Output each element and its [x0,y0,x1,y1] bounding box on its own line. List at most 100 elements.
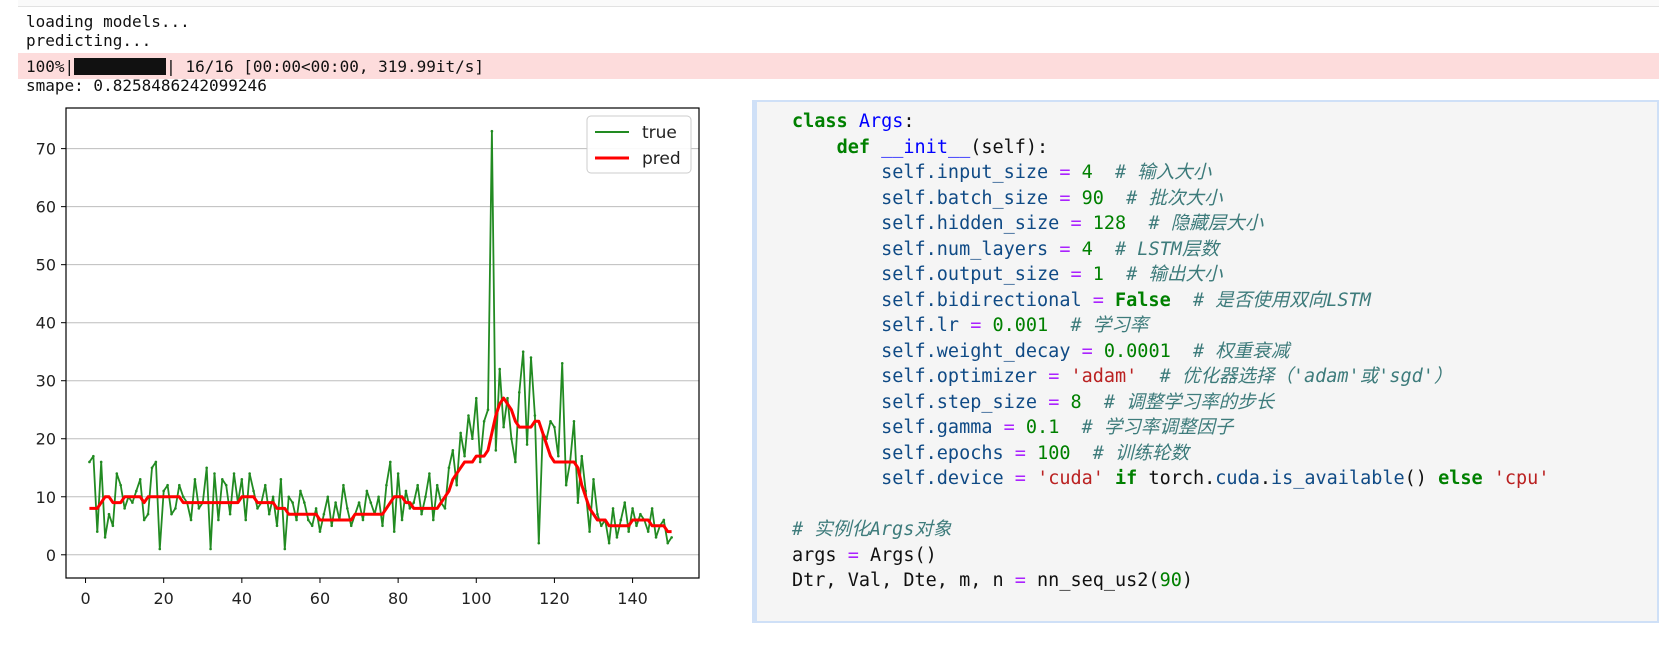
data-point-true [318,530,322,533]
data-point-true [666,541,670,545]
data-point-true [283,547,287,551]
data-point-true [654,536,658,539]
data-point-true [396,472,400,475]
data-point-true [490,129,494,133]
data-point-true [381,524,384,528]
data-point-true [263,483,267,487]
x-tick-label: 60 [310,589,330,608]
data-point-true [627,530,630,533]
data-point-true [662,518,666,522]
code-line-3: self.input_size = 4 # 输入大小 [881,162,1212,183]
data-point-true [135,489,138,493]
data-point-true [88,460,91,464]
y-tick-label: 0 [46,546,56,565]
code-line-11: self.optimizer = 'adam' # 优化器选择（'adam'或'… [881,366,1453,387]
plot-output: 0 10 20 30 40 50 60 70 0 20 40 60 80 100 120 140 true pre… [0,100,720,667]
code-line-18: args = Args() [792,545,937,566]
data-point-true [295,518,298,522]
code-line-1: class Args: [792,111,915,132]
y-tick-label: 40 [36,314,56,333]
data-point-true [142,518,146,522]
x-tick-label: 0 [80,589,90,608]
data-point-true [166,483,169,487]
data-point-true [537,541,541,545]
line-chart: 0 10 20 30 40 50 60 70 0 20 40 60 80 100 120 140 true pre… [36,107,700,608]
data-point-true [138,478,142,481]
y-tick-label: 50 [36,256,56,275]
code-line-8: self.bidirectional = False # 是否使用双向LSTM [881,290,1371,311]
data-point-true [291,501,294,504]
y-tick-label: 10 [36,488,56,507]
data-point-true [224,483,228,487]
legend-label-pred: pred [642,149,681,169]
data-point-true [306,518,310,522]
data-point-true [299,489,302,493]
data-point-true [330,524,334,528]
data-point-true [435,483,439,487]
code-line-15: self.device = 'cuda' if torch.cuda.is_av… [881,468,1550,489]
data-point-true [494,449,498,452]
data-point-true [95,530,99,533]
data-point-true [592,478,595,481]
x-tick-label: 140 [617,589,648,608]
data-point-true [111,524,115,528]
data-point-true [529,356,533,359]
data-point-true [267,512,271,516]
data-point-true [107,512,111,516]
data-point-true [213,472,216,475]
data-point-true [611,507,615,510]
data-point-true [385,483,388,487]
progress-bar-line: 100%| | 16/16 [00:00<00:00, 319.99it/s] [26,57,484,76]
data-point-true [400,518,404,522]
data-point-true [557,454,560,458]
data-point-true [119,483,123,487]
data-point-true [506,396,509,400]
code-line-2: def __init__(self): [836,137,1049,158]
data-point-true [431,518,435,522]
x-tick-label: 120 [539,589,570,608]
data-point-true [342,483,345,487]
code-line-5: self.hidden_size = 128 # 隐藏层大小 [881,213,1264,234]
code-cell[interactable]: class Args: def __init__(self): self.inp… [752,100,1659,623]
plot-frame [65,107,700,579]
code-line-6: self.num_layers = 4 # LSTM层数 [881,239,1219,260]
data-point-true [389,460,392,464]
data-point-true [517,391,521,394]
data-point-true [420,512,423,516]
data-point-true [459,431,462,435]
data-point-true [244,518,248,522]
data-point-true [205,466,208,470]
data-point-true [639,512,642,516]
data-point-true [303,501,306,504]
data-point-true [510,437,513,441]
data-point-true [256,507,259,510]
data-point-true [607,541,611,545]
data-point-true [178,483,181,487]
data-point-true [631,507,634,510]
code-line-13: self.gamma = 0.1 # 学习率调整因子 [881,417,1234,438]
data-point-true [174,507,177,510]
x-tick-label: 40 [232,589,252,608]
data-point-true [377,495,380,499]
data-point-true [326,495,330,499]
data-point-true [361,518,365,522]
code-line-19: Dtr, Val, Dte, m, n = nn_seq_us2(90) [792,570,1193,591]
data-point-true [474,396,478,400]
progress-bar-fill [74,58,167,75]
code-line-12: self.step_size = 8 # 调整学习率的步长 [881,392,1275,413]
x-tick-label: 80 [388,589,408,608]
data-point-true [287,495,291,499]
data-point-true [471,437,474,441]
x-tick-label: 20 [154,589,174,608]
data-point-true [365,489,369,493]
code-line-4: self.batch_size = 90 # 批次大小 [881,188,1223,209]
data-point-true [412,501,416,504]
data-point-true [424,495,427,499]
data-point-true [314,507,318,510]
data-point-true [646,530,650,533]
data-point-true [447,466,451,470]
data-point-true [271,495,275,499]
data-point-true [322,512,326,516]
data-point-true [240,478,244,481]
data-point-true [392,530,396,533]
